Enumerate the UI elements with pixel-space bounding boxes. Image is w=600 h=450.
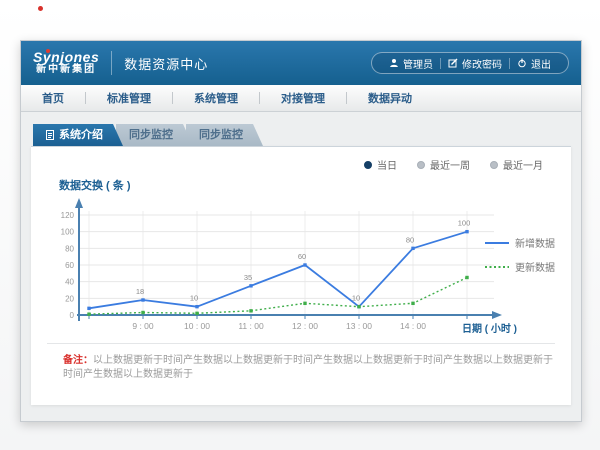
tab-label: 系统介绍 bbox=[59, 124, 103, 146]
x-tick-label: 11 : 00 bbox=[238, 321, 264, 331]
legend-item-updated-data[interactable]: 更新数据 bbox=[485, 259, 555, 274]
range-option-today[interactable]: 当日 bbox=[364, 157, 397, 172]
x-tick-label: 14 : 00 bbox=[400, 321, 426, 331]
header-divider bbox=[111, 51, 112, 75]
brand-name: Synjones bbox=[33, 50, 99, 65]
range-option-last-month[interactable]: 最近一月 bbox=[490, 157, 543, 172]
tab-label: 同步监控 bbox=[199, 124, 243, 146]
content-area: 系统介绍 同步监控 同步监控 当日 最近一周 bbox=[21, 112, 581, 421]
data-point[interactable] bbox=[411, 302, 414, 305]
data-point[interactable] bbox=[303, 302, 306, 305]
logout-button[interactable]: 退出 bbox=[510, 56, 558, 71]
data-point[interactable] bbox=[87, 312, 90, 315]
footnote-label: 备注： bbox=[63, 355, 93, 366]
tab-sync-monitor-2[interactable]: 同步监控 bbox=[186, 124, 263, 146]
solid-line-swatch bbox=[485, 240, 509, 246]
edit-icon bbox=[448, 58, 458, 68]
chart-panel: 当日 最近一周 最近一月 数据交换 ( 条 ) 0 20 40 60 80 100 120 9… bbox=[31, 146, 571, 405]
data-point[interactable] bbox=[411, 247, 414, 250]
y-tick-label: 60 bbox=[65, 261, 74, 270]
x-tick-label: 12 : 00 bbox=[292, 321, 318, 331]
range-option-last-week[interactable]: 最近一周 bbox=[417, 157, 470, 172]
radio-icon bbox=[490, 161, 498, 169]
legend-label: 新增数据 bbox=[515, 235, 555, 250]
tab-sync-monitor-1[interactable]: 同步监控 bbox=[116, 124, 193, 146]
data-point-label: 35 bbox=[244, 273, 252, 282]
y-axis-arrow-icon bbox=[75, 198, 83, 208]
nav-item-system-mgmt[interactable]: 系统管理 bbox=[173, 90, 259, 106]
data-point[interactable] bbox=[87, 307, 90, 310]
x-tick-label: 10 : 00 bbox=[184, 321, 210, 331]
chart-legend: 新增数据 更新数据 bbox=[485, 235, 555, 283]
y-tick-label: 100 bbox=[61, 228, 75, 237]
data-point[interactable] bbox=[465, 276, 468, 279]
data-point[interactable] bbox=[141, 311, 144, 314]
y-axis-title: 数据交换 ( 条 ) bbox=[59, 177, 131, 193]
data-point[interactable] bbox=[249, 284, 252, 287]
data-point-label: 10 bbox=[190, 294, 198, 303]
power-icon bbox=[517, 58, 527, 68]
admin-user-button[interactable]: 管理员 bbox=[382, 56, 440, 71]
brand-subtitle: 新中新集团 bbox=[33, 65, 99, 76]
x-tick-label: 9 : 00 bbox=[132, 321, 154, 331]
panel-divider bbox=[47, 343, 555, 344]
y-tick-label: 40 bbox=[65, 278, 74, 287]
data-point-label: 10 bbox=[352, 294, 360, 303]
footnote: 备注：以上数据更新于时间产生数据以上数据更新于时间产生数据以上数据更新于时间产生… bbox=[63, 354, 553, 382]
change-password-button[interactable]: 修改密码 bbox=[441, 56, 509, 71]
data-point[interactable] bbox=[465, 230, 468, 233]
data-point-label: 80 bbox=[406, 235, 414, 244]
nav-item-data-change[interactable]: 数据异动 bbox=[347, 90, 433, 106]
main-nav: 首页 标准管理 系统管理 对接管理 数据异动 bbox=[21, 85, 581, 112]
y-tick-label: 20 bbox=[65, 294, 74, 303]
y-tick-label: 0 bbox=[70, 311, 75, 320]
data-point[interactable] bbox=[195, 305, 198, 308]
page-title: 数据资源中心 bbox=[124, 54, 208, 73]
series-line-1 bbox=[89, 278, 467, 315]
nav-item-home[interactable]: 首页 bbox=[21, 90, 85, 106]
brand-logo: Synjones 新中新集团 bbox=[33, 50, 99, 75]
data-point[interactable] bbox=[357, 305, 360, 308]
data-point-label: 60 bbox=[298, 252, 306, 261]
radio-icon bbox=[417, 161, 425, 169]
x-tick-label: 13 : 00 bbox=[346, 321, 372, 331]
range-option-label: 最近一月 bbox=[503, 157, 543, 172]
change-password-label: 修改密码 bbox=[462, 56, 502, 71]
dotted-line-swatch bbox=[485, 264, 509, 270]
range-option-label: 最近一周 bbox=[430, 157, 470, 172]
data-point-label: 100 bbox=[458, 219, 471, 228]
line-chart: 0 20 40 60 80 100 120 9 : 00 10 : 00 11 : 00 12 : … bbox=[49, 193, 519, 343]
app-window: Synjones 新中新集团 数据资源中心 管理员 修改密码 bbox=[20, 40, 582, 422]
red-marker bbox=[38, 6, 43, 11]
data-point[interactable] bbox=[303, 263, 306, 266]
app-header: Synjones 新中新集团 数据资源中心 管理员 修改密码 bbox=[21, 41, 581, 85]
x-axis-title: 日期 ( 小时 ) bbox=[462, 322, 517, 335]
nav-item-standard-mgmt[interactable]: 标准管理 bbox=[86, 90, 172, 106]
tab-bar: 系统介绍 同步监控 同步监控 bbox=[33, 124, 571, 146]
range-option-label: 当日 bbox=[377, 157, 397, 172]
data-point[interactable] bbox=[141, 298, 144, 301]
x-axis-arrow-icon bbox=[492, 311, 502, 319]
user-icon bbox=[389, 58, 399, 68]
data-point[interactable] bbox=[195, 312, 198, 315]
legend-item-new-data[interactable]: 新增数据 bbox=[485, 235, 555, 250]
y-tick-label: 120 bbox=[61, 211, 75, 220]
footnote-text: 以上数据更新于时间产生数据以上数据更新于时间产生数据以上数据更新于时间产生数据以… bbox=[63, 355, 553, 380]
data-point[interactable] bbox=[249, 309, 252, 312]
nav-item-interface-mgmt[interactable]: 对接管理 bbox=[260, 90, 346, 106]
tab-system-intro[interactable]: 系统介绍 bbox=[33, 124, 123, 146]
range-selector: 当日 最近一周 最近一月 bbox=[364, 157, 543, 172]
logout-label: 退出 bbox=[531, 56, 551, 71]
user-menu: 管理员 修改密码 退出 bbox=[371, 52, 569, 74]
document-icon bbox=[46, 130, 54, 140]
admin-user-label: 管理员 bbox=[403, 56, 433, 71]
data-point-label: 18 bbox=[136, 287, 144, 296]
y-tick-label: 80 bbox=[65, 244, 74, 253]
radio-icon bbox=[364, 161, 372, 169]
legend-label: 更新数据 bbox=[515, 259, 555, 274]
tab-label: 同步监控 bbox=[129, 124, 173, 146]
